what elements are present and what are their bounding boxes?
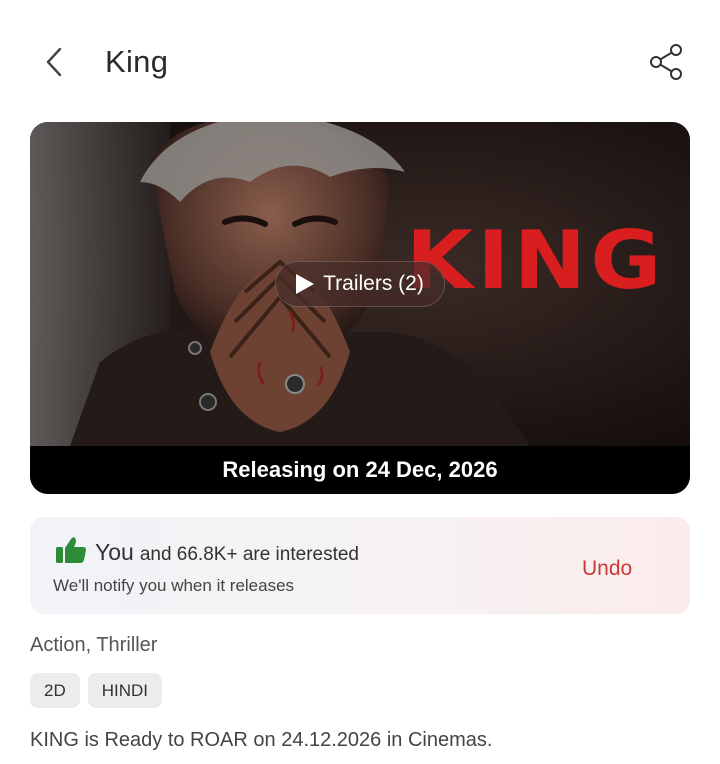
release-date-banner: Releasing on 24 Dec, 2026 xyxy=(30,446,690,494)
you-label: You xyxy=(95,539,134,565)
thumbs-up-icon xyxy=(56,537,86,563)
share-button[interactable] xyxy=(644,40,688,84)
interest-count-line: You and 66.8K+ are interested xyxy=(95,539,359,566)
interest-count-text: and 66.8K+ are interested xyxy=(139,544,359,565)
page-title: King xyxy=(105,44,169,79)
interest-card: You and 66.8K+ are interested We'll noti… xyxy=(30,517,690,614)
trailers-button[interactable]: Trailers (2) xyxy=(275,261,445,307)
notify-text: We'll notify you when it releases xyxy=(53,576,295,595)
tag-format: 2D xyxy=(30,673,80,708)
back-button[interactable] xyxy=(36,42,72,82)
tag-language: HINDI xyxy=(87,673,163,708)
release-date-text: Releasing on 24 Dec, 2026 xyxy=(222,457,498,482)
play-icon xyxy=(296,274,315,294)
share-icon xyxy=(650,44,682,80)
poster-logo-text: KING xyxy=(406,214,666,307)
app-header: King xyxy=(0,0,720,122)
movie-poster[interactable]: KING Trailers (2) Releasing on 24 Dec, 2… xyxy=(30,122,690,494)
trailers-label: Trailers (2) xyxy=(323,272,424,295)
genres-text: Action, Thriller xyxy=(30,634,158,656)
undo-button[interactable]: Undo xyxy=(582,557,632,581)
movie-description: KING is Ready to ROAR on 24.12.2026 in C… xyxy=(30,729,493,751)
format-tags: 2D HINDI xyxy=(30,673,163,708)
chevron-left-icon xyxy=(46,47,62,77)
